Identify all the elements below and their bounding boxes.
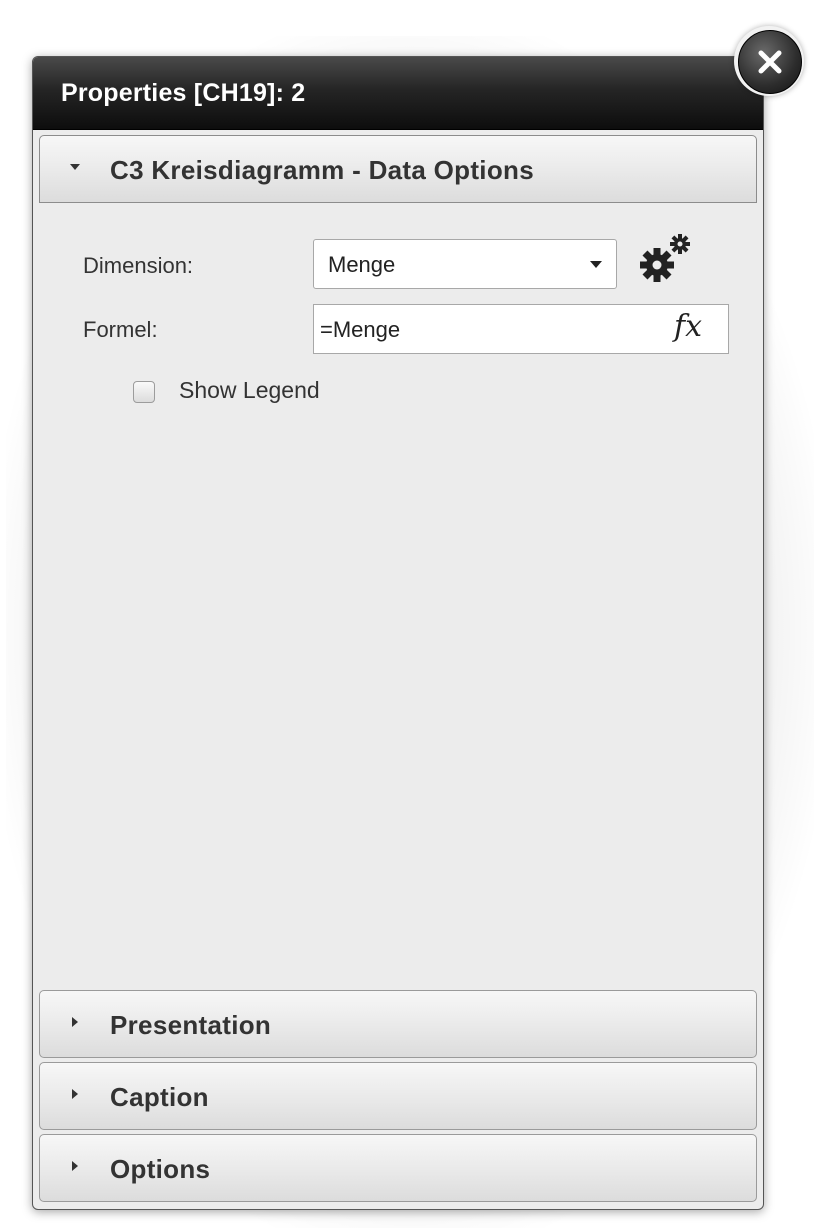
dimension-select[interactable]: Menge: [313, 239, 617, 289]
formula-label: Formel:: [83, 317, 158, 342]
page: Properties [CH19]: 2 C3 Kreisdiagramm - …: [0, 0, 814, 1231]
close-icon: [738, 30, 802, 94]
section-header-options[interactable]: Options: [39, 1134, 757, 1202]
gears-icon[interactable]: [635, 231, 695, 287]
show-legend-checkbox[interactable]: [133, 381, 155, 403]
section-header-caption[interactable]: Caption: [39, 1062, 757, 1130]
formula-editor-button[interactable]: fx: [674, 309, 702, 344]
close-button[interactable]: [734, 26, 804, 96]
section-label: Options: [110, 1154, 211, 1184]
dialog-title: Properties [CH19]: 2: [61, 79, 306, 107]
dimension-label: Dimension:: [83, 253, 194, 278]
dimension-value: Menge: [328, 252, 396, 277]
chevron-down-icon: [70, 164, 80, 170]
section-header-presentation[interactable]: Presentation: [39, 990, 757, 1058]
section-label: Presentation: [110, 1010, 272, 1040]
chevron-right-icon: [72, 1161, 78, 1171]
show-legend-label[interactable]: Show Legend: [179, 377, 320, 404]
formula-value: =Menge: [320, 317, 401, 342]
section-label: C3 Kreisdiagramm - Data Options: [110, 155, 534, 185]
dialog-titlebar[interactable]: Properties [CH19]: 2: [33, 57, 763, 130]
chevron-right-icon: [72, 1089, 78, 1099]
section-label: Caption: [110, 1082, 209, 1112]
caret-down-icon: [590, 261, 602, 268]
section-header-data-options[interactable]: C3 Kreisdiagramm - Data Options: [39, 135, 757, 203]
section-body-data-options: Dimension: Menge Formel: =Menge fx Show …: [39, 195, 755, 985]
chevron-right-icon: [72, 1017, 78, 1027]
properties-dialog: Properties [CH19]: 2 C3 Kreisdiagramm - …: [32, 56, 764, 1210]
formula-input[interactable]: =Menge fx: [313, 304, 729, 354]
